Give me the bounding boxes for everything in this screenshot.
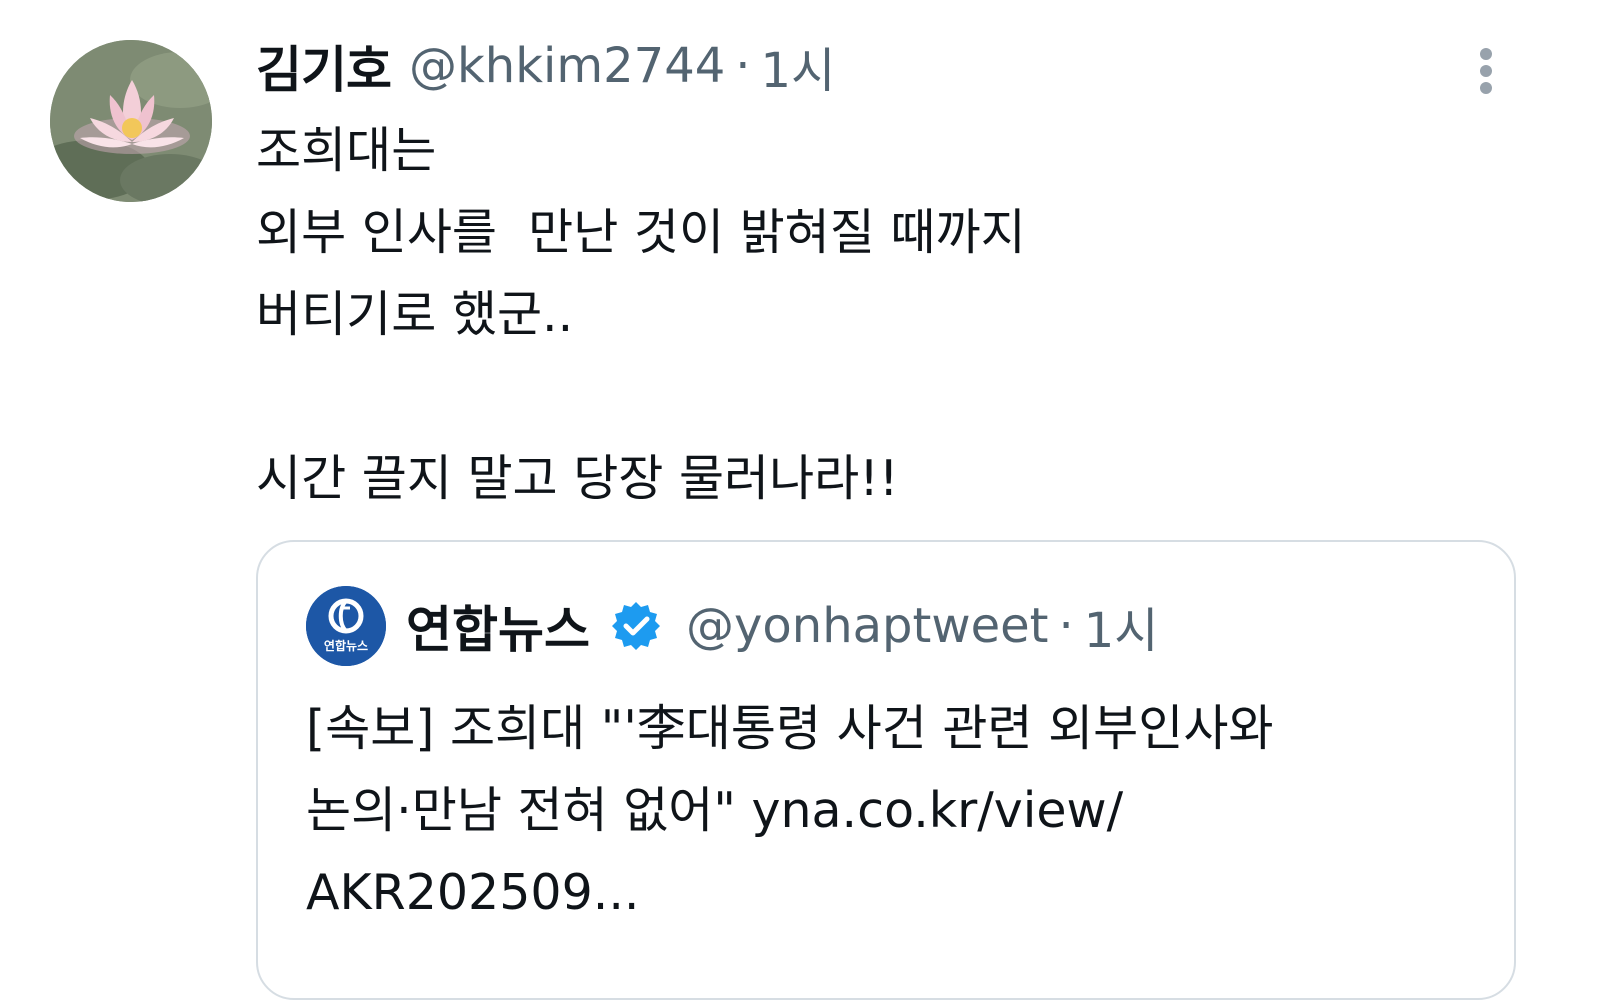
user-avatar[interactable] xyxy=(50,40,212,202)
more-options-button[interactable] xyxy=(1466,44,1506,98)
timestamp[interactable]: 1시 xyxy=(761,31,836,101)
tweet-header: 김기호 @khkim2744 · 1시 xyxy=(256,31,836,101)
tweet-text-line xyxy=(256,356,1496,438)
tweet-text-line: 조희대는 xyxy=(256,122,437,179)
user-handle[interactable]: @khkim2744 xyxy=(409,38,725,94)
separator-dot: · xyxy=(1058,598,1074,654)
tweet-text-line: 시간 끌지 말고 당장 물러나라!! xyxy=(256,450,899,507)
quoted-tweet-card[interactable]: 연합뉴스 연합뉴스 @yonhaptweet · 1시 [속보] 조희대 "'李… xyxy=(256,540,1516,1000)
avatar-logo-text: 연합뉴스 xyxy=(324,638,368,653)
quoted-user-avatar[interactable]: 연합뉴스 xyxy=(306,586,386,666)
quoted-timestamp[interactable]: 1시 xyxy=(1084,591,1159,661)
quoted-text-line: [속보] 조희대 "'李대통령 사건 관련 외부인사와 xyxy=(306,700,1274,757)
display-name[interactable]: 김기호 xyxy=(256,30,392,102)
tweet-text-line: 외부 인사를 만난 것이 밝혀질 때까지 xyxy=(256,204,1026,261)
water-lily-avatar-icon xyxy=(50,40,212,202)
yonhap-logo-icon: 연합뉴스 xyxy=(306,586,386,666)
quoted-user-handle[interactable]: @yonhaptweet xyxy=(686,598,1048,654)
tweet-text-line: 버티기로 했군.. xyxy=(256,286,574,343)
quoted-tweet-header: 연합뉴스 @yonhaptweet · 1시 xyxy=(406,591,1159,661)
separator-dot: · xyxy=(735,38,751,94)
tweet-text: 조희대는 외부 인사를 만난 것이 밝혀질 때까지 버티기로 했군.. 시간 끌… xyxy=(256,110,1496,520)
quoted-display-name[interactable]: 연합뉴스 xyxy=(406,590,590,662)
verified-badge-icon xyxy=(610,600,662,652)
quoted-text-line[interactable]: AKR202509... xyxy=(306,852,1486,934)
quoted-text-line[interactable]: 논의·만남 전혀 없어" yna.co.kr/view/ xyxy=(306,770,1486,852)
quoted-tweet-text: [속보] 조희대 "'李대통령 사건 관련 외부인사와 논의·만남 전혀 없어"… xyxy=(306,688,1486,934)
tweet[interactable]: 김기호 @khkim2744 · 1시 조희대는 외부 인사를 만난 것이 밝혀… xyxy=(0,0,1600,1000)
